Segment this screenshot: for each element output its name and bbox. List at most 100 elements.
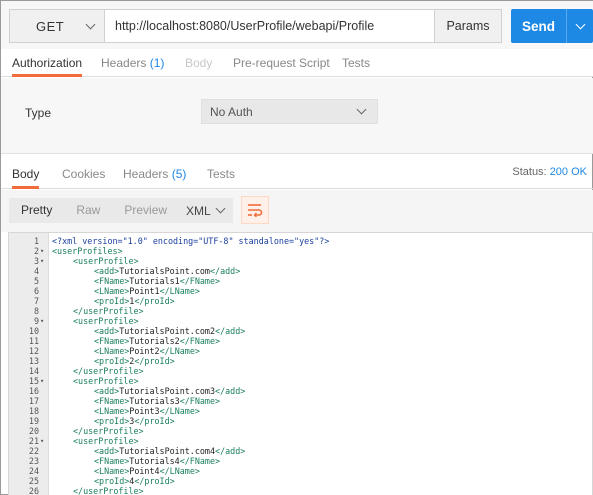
format-select[interactable]: XML (177, 198, 233, 223)
code-line: 2 ▾ <userProfiles> (9, 246, 592, 256)
line-number: 15 (28, 376, 39, 386)
status-label: Status: (512, 166, 547, 178)
line-number: 6 (33, 286, 39, 296)
fold-toggle-icon[interactable]: ▾ (40, 316, 44, 326)
line-number: 1 (33, 236, 39, 246)
code-line: 8 </userProfile> (9, 306, 592, 316)
code-text: </userProfile> (73, 306, 144, 316)
response-status: Status: 200 OK (512, 166, 587, 178)
tab-cookies[interactable]: Cookies (62, 159, 105, 189)
params-button[interactable]: Params (434, 9, 502, 43)
tab-authorization-label: Authorization (12, 56, 83, 70)
send-button[interactable]: Send (511, 9, 566, 43)
code-line: 15 ▾ <userProfile> (9, 376, 592, 386)
code-line: 18 <LName>Point3</LName> (9, 406, 592, 416)
tab-response-headers[interactable]: Headers (5) (123, 159, 186, 189)
code-line: 20 </userProfile> (9, 426, 592, 436)
tab-headers[interactable]: Headers (1) (101, 49, 164, 77)
line-number: 9 (33, 316, 39, 326)
code-text: <LName>Point1</LName> (94, 286, 200, 296)
code-text: <proId>2</proId> (94, 356, 175, 366)
tab-authorization[interactable]: Authorization (12, 49, 83, 77)
line-number: 2 (33, 246, 39, 256)
status-badge: 200 OK (549, 166, 587, 178)
line-number: 12 (28, 346, 39, 356)
pretty-button[interactable]: Pretty (9, 198, 64, 223)
code-line: 1 <?xml version="1.0" encoding="UTF-8" st… (9, 236, 592, 246)
line-number: 7 (33, 296, 39, 306)
code-line: 17 <FName>Tutorials3</FName> (9, 396, 592, 406)
line-number: 13 (28, 356, 39, 366)
code-line: 21 ▾ <userProfile> (9, 436, 592, 446)
tab-response-headers-label: Headers (123, 167, 169, 181)
fold-toggle-icon[interactable]: ▾ (40, 256, 44, 266)
format-value: XML (186, 203, 211, 218)
code-text: </userProfile> (73, 486, 144, 495)
response-body-viewer[interactable]: 1 <?xml version="1.0" encoding="UTF-8" st… (8, 232, 593, 495)
raw-button[interactable]: Raw (64, 198, 112, 223)
tab-response-headers-count: (5) (171, 167, 187, 181)
tab-cookies-label: Cookies (62, 167, 106, 181)
preview-button[interactable]: Preview (112, 198, 179, 223)
fold-toggle-icon[interactable]: ▾ (40, 376, 44, 386)
wrap-lines-button[interactable] (241, 196, 269, 224)
code-line: 23 <FName>Tutorials4</FName> (9, 456, 592, 466)
method-label: GET (36, 18, 65, 34)
line-number: 14 (28, 366, 39, 376)
code-line: 26 </userProfile> (9, 486, 592, 495)
code-text: <proId>4</proId> (94, 476, 175, 486)
code-line: 19 <proId>3</proId> (9, 416, 592, 426)
code-text: <add>TutorialsPoint.com3</add> (94, 386, 246, 396)
code-text: <userProfile> (73, 436, 139, 446)
line-number: 22 (28, 446, 39, 456)
method-select[interactable]: GET (9, 9, 105, 43)
line-number: 18 (28, 406, 39, 416)
code-text: </userProfile> (73, 426, 144, 436)
tab-body[interactable]: Body (185, 49, 212, 77)
request-tabs: Authorization Headers (1) Body Pre-reque… (1, 49, 593, 77)
code-text: <add>TutorialsPoint.com2</add> (94, 326, 246, 336)
tab-tests[interactable]: Tests (342, 49, 370, 77)
code-line: 16 <add>TutorialsPoint.com3</add> (9, 386, 592, 396)
code-line: 7 <proId>1</proId> (9, 296, 592, 306)
chevron-down-icon (356, 104, 367, 115)
tab-response-body-label: Body (12, 167, 40, 181)
auth-type-label: Type (25, 106, 52, 120)
tab-prerequest-script[interactable]: Pre-request Script (233, 49, 330, 77)
tab-response-body[interactable]: Body (12, 159, 40, 189)
wrap-lines-icon (248, 204, 263, 217)
fold-toggle-icon[interactable]: ▾ (40, 246, 44, 256)
tab-prerequest-label: Pre-request Script (233, 56, 330, 70)
line-number: 20 (28, 426, 39, 436)
chevron-down-icon (575, 19, 585, 29)
line-number: 11 (28, 336, 39, 346)
line-number: 10 (28, 326, 39, 336)
auth-type-select[interactable]: No Auth (201, 99, 378, 124)
code-text: <FName>Tutorials2</FName> (94, 336, 221, 346)
line-number: 8 (33, 306, 39, 316)
line-number: 17 (28, 396, 39, 406)
fold-toggle-icon[interactable]: ▾ (40, 436, 44, 446)
code-text: <LName>Point4</LName> (94, 466, 200, 476)
code-line: 3 ▾ <userProfile> (9, 256, 592, 266)
tab-response-tests[interactable]: Tests (207, 159, 235, 189)
code-line: 14 </userProfile> (9, 366, 592, 376)
url-input[interactable]: http://localhost:8080/UserProfile/webapi… (105, 9, 435, 43)
code-line: 6 <LName>Point1</LName> (9, 286, 592, 296)
line-number: 23 (28, 456, 39, 466)
line-number: 26 (28, 486, 39, 495)
request-bar: GET http://localhost:8080/UserProfile/we… (1, 1, 593, 49)
response-tabs: Body Cookies Headers (5) Tests Status: 2… (1, 159, 593, 189)
line-number: 5 (33, 276, 39, 286)
code-text: <LName>Point3</LName> (94, 406, 200, 416)
send-dropdown-button[interactable] (566, 9, 593, 43)
code-text: <?xml version="1.0" encoding="UTF-8" sta… (52, 236, 330, 246)
code-text: <proId>1</proId> (94, 296, 175, 306)
response-toolbar: Pretty Raw Preview XML (1, 190, 593, 232)
code-text: </userProfile> (73, 366, 144, 376)
line-number: 19 (28, 416, 39, 426)
tab-headers-label: Headers (101, 56, 147, 70)
chevron-down-icon (215, 203, 226, 214)
code-line: 4 <add>TutorialsPoint.com</add> (9, 266, 592, 276)
auth-panel: Type No Auth (1, 78, 593, 154)
